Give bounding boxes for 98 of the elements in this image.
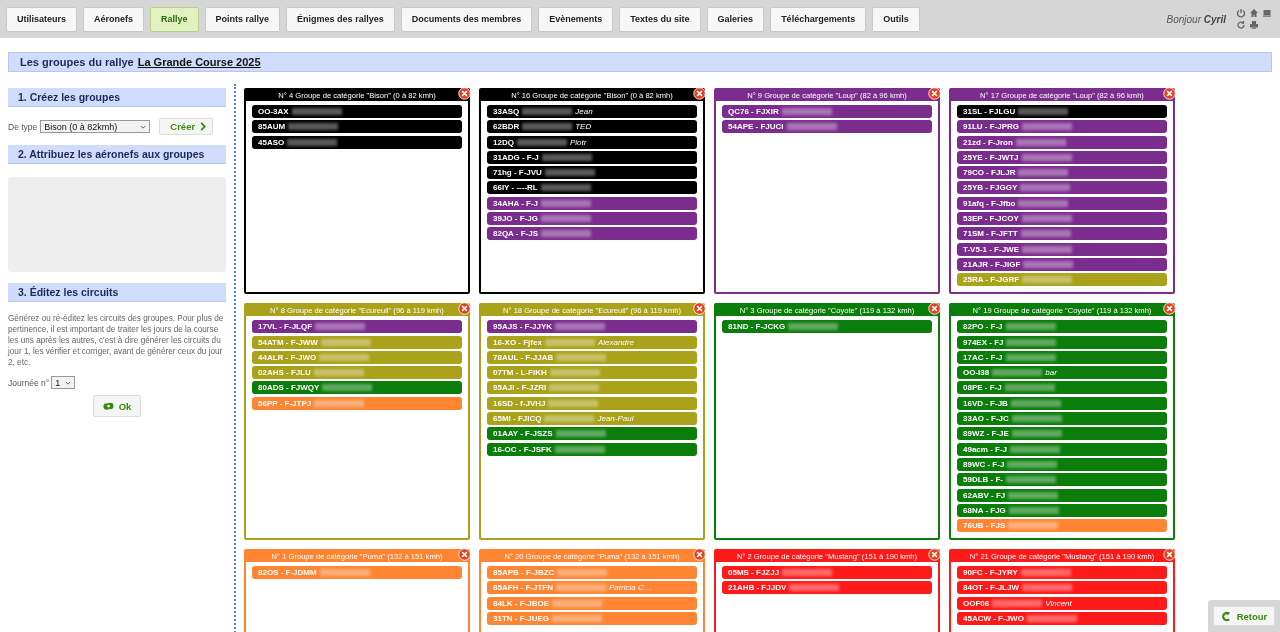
close-icon[interactable] xyxy=(458,87,471,100)
nav-tab[interactable]: Evènements xyxy=(538,6,614,32)
aircraft-entry[interactable]: 16-XO - Fjfex Alexandre xyxy=(487,335,697,349)
close-icon[interactable] xyxy=(928,87,941,100)
aircraft-entry[interactable]: 68NA - FJG xyxy=(957,503,1167,517)
home-icon[interactable] xyxy=(1249,8,1259,18)
back-button[interactable]: Retour xyxy=(1212,606,1276,626)
aircraft-entry[interactable]: 17AC - F-J xyxy=(957,350,1167,364)
aircraft-entry[interactable]: 82PO - F-J xyxy=(957,320,1167,334)
aircraft-entry[interactable]: 89WC - F-J xyxy=(957,457,1167,471)
aircraft-entry[interactable]: 21AHB - FJJDV xyxy=(722,581,932,595)
instructions-text: Générez ou ré-éditez les circuits des groupes. Pour plus de pertinence, il est important de traiter les jours de la course les uns après les autres, c'est à dire générer les circuits du jour 1, les vérifier et corriger, avant de générer ceux du jour 2, etc. xyxy=(8,313,225,368)
nav-tab[interactable]: Documents des membres xyxy=(400,6,533,32)
aircraft-entry[interactable]: 17VL - F-JLQF xyxy=(252,320,462,334)
day-label: Journée n° xyxy=(8,377,50,388)
aircraft-entry[interactable]: 66IY - ----RL xyxy=(487,181,697,195)
aircraft-entry[interactable]: 974EX - FJ xyxy=(957,335,1167,349)
aircraft-entry[interactable]: OO-I38 bar xyxy=(957,366,1167,380)
aircraft-entry[interactable]: 54ATM - F-JWW xyxy=(252,335,462,349)
close-icon[interactable] xyxy=(1163,87,1176,100)
aircraft-entry[interactable]: 33ASQ Jean xyxy=(487,105,697,118)
aircraft-entry[interactable]: 21AJR - F-JIGF xyxy=(957,257,1167,271)
return-arrow-icon xyxy=(1220,610,1232,622)
aircraft-entry[interactable]: 25YE - F-JWTJ xyxy=(957,150,1167,164)
day-dropdown[interactable]: 1 xyxy=(51,376,76,389)
aircraft-entry[interactable]: QC76 - FJXIR xyxy=(722,105,932,118)
aircraft-entry[interactable]: 79CO - FJLJR xyxy=(957,166,1167,180)
aircraft-entry[interactable]: 08PE - F-J xyxy=(957,381,1167,395)
aircraft-entry[interactable]: 16SD - f-JVHJ xyxy=(487,396,697,410)
aircraft-entry[interactable]: 33AO - F-JC xyxy=(957,412,1167,426)
nav-tab[interactable]: Points rallye xyxy=(204,6,281,32)
aircraft-entry[interactable]: 78AUL - F-JJAB xyxy=(487,350,697,364)
page-title: Les groupes du rallye xyxy=(20,56,134,68)
caret-icon xyxy=(140,124,147,129)
aircraft-entry[interactable]: 16-OC - F-JSFK xyxy=(487,442,697,456)
aircraft-entry[interactable]: 84OT - F-JLJW xyxy=(957,581,1167,595)
aircraft-entry[interactable]: 49acm - F-J xyxy=(957,442,1167,456)
aircraft-entry[interactable]: 71hg - F-JVU xyxy=(487,166,697,180)
aircraft-entry[interactable]: 45ACW - F-JWO xyxy=(957,612,1167,625)
close-icon[interactable] xyxy=(693,87,706,100)
section-heading: 1. Créez les groupes xyxy=(8,88,226,107)
nav-tab[interactable]: Utilisateurs xyxy=(6,6,78,32)
aircraft-entry[interactable]: 25RA - F-JGRF xyxy=(957,273,1167,287)
aircraft-entry[interactable]: 54APE - FJUCI xyxy=(722,120,932,134)
aircraft-entry[interactable]: 21zd - F-Jron xyxy=(957,135,1167,149)
power-icon[interactable] xyxy=(1236,8,1246,18)
aircraft-entry[interactable]: 65MI - FJICQ Jean-Paul xyxy=(487,412,697,426)
aircraft-entry[interactable]: 62ABV - FJ xyxy=(957,488,1167,502)
nav-tab[interactable]: Galeries xyxy=(706,6,765,32)
printer-icon[interactable] xyxy=(1249,20,1259,30)
type-dropdown[interactable]: Bison (0 à 82kmh) xyxy=(40,120,151,133)
aircraft-entry[interactable]: OOF06 Vincent xyxy=(957,596,1167,610)
aircraft-entry[interactable]: 95AJS - F-JJYK xyxy=(487,320,697,334)
monitor-icon[interactable] xyxy=(1262,8,1272,18)
nav-tab[interactable]: Outils xyxy=(872,6,920,32)
aircraft-entry[interactable]: 59DLB - F- xyxy=(957,473,1167,487)
aircraft-entry[interactable]: 62BDR TED xyxy=(487,120,697,134)
aircraft-entry[interactable]: 25YB - FJGGY xyxy=(957,181,1167,195)
section-heading: 3. Éditez les circuits xyxy=(8,283,226,302)
caret-icon xyxy=(65,380,72,385)
nav-tab[interactable]: Rallye xyxy=(150,6,199,32)
nav-tab[interactable]: Textes du site xyxy=(619,6,701,32)
aircraft-entry[interactable]: 53EP - F-JCOY xyxy=(957,212,1167,226)
rally-link[interactable]: La Grande Course 2025 xyxy=(137,56,261,68)
aircraft-entry[interactable]: 16VD - F-JB xyxy=(957,396,1167,410)
aircraft-entry[interactable]: 90FC - F-JYRY xyxy=(957,566,1167,580)
aircraft-entry[interactable]: 12DQ Piotr xyxy=(487,135,697,149)
aircraft-entry[interactable]: 44ALR - F-JWO xyxy=(252,350,462,364)
nav-tab[interactable]: Téléchargements xyxy=(770,6,867,32)
aircraft-entry[interactable]: 71SM - F-JFTT xyxy=(957,227,1167,241)
create-button[interactable]: Créer xyxy=(159,118,214,135)
aircraft-entry[interactable]: 80ADS - FJWQY xyxy=(252,381,462,395)
aircraft-entry[interactable]: 95AJI - F-JZRI xyxy=(487,381,697,395)
section-heading: 2. Attribuez les aéronefs aux groupes xyxy=(8,145,226,164)
nav-tab[interactable]: Aéronefs xyxy=(83,6,145,32)
aircraft-entry[interactable]: 45ASO xyxy=(252,135,462,149)
nav-tab[interactable]: Énigmes des rallyes xyxy=(286,6,395,32)
aircraft-entry[interactable]: 05MS - FJZJJ xyxy=(722,566,932,580)
aircraft-entry[interactable]: 81ND - F-JCKG xyxy=(722,320,932,334)
type-label: De type xyxy=(8,121,38,132)
aircraft-entry[interactable]: 89WZ - F-JE xyxy=(957,427,1167,441)
aircraft-entry[interactable]: 07TM - L-FIKH xyxy=(487,366,697,380)
refresh-icon[interactable] xyxy=(1236,20,1246,30)
aircraft-entry[interactable]: 39JO - F-JG xyxy=(487,212,697,226)
aircraft-entry[interactable]: 91LU - F-JPRG xyxy=(957,120,1167,134)
chevron-icon xyxy=(200,122,207,131)
ok-button[interactable]: Ok xyxy=(92,395,142,417)
aircraft-entry[interactable]: 85AUM xyxy=(252,120,462,134)
aircraft-entry[interactable]: 91afq - F-Jfbo xyxy=(957,196,1167,210)
aircraft-entry[interactable]: 02AHS - FJLU xyxy=(252,366,462,380)
aircraft-entry[interactable]: 31SL - FJLGU xyxy=(957,105,1167,118)
aircraft-entry[interactable]: 31ADG - F-J xyxy=(487,150,697,164)
aircraft-entry[interactable]: OO-3AX xyxy=(252,105,462,118)
aircraft-entry[interactable]: 01AAY - F-JSZS xyxy=(487,427,697,441)
aircraft-entry[interactable]: 82QA - F-JS xyxy=(487,227,697,241)
aircraft-entry[interactable]: 34AHA - F-J xyxy=(487,196,697,210)
greeting-text: Bonjour Cyril xyxy=(1166,13,1226,25)
aircraft-entry[interactable]: T-V5-1 - F-JWE xyxy=(957,242,1167,256)
